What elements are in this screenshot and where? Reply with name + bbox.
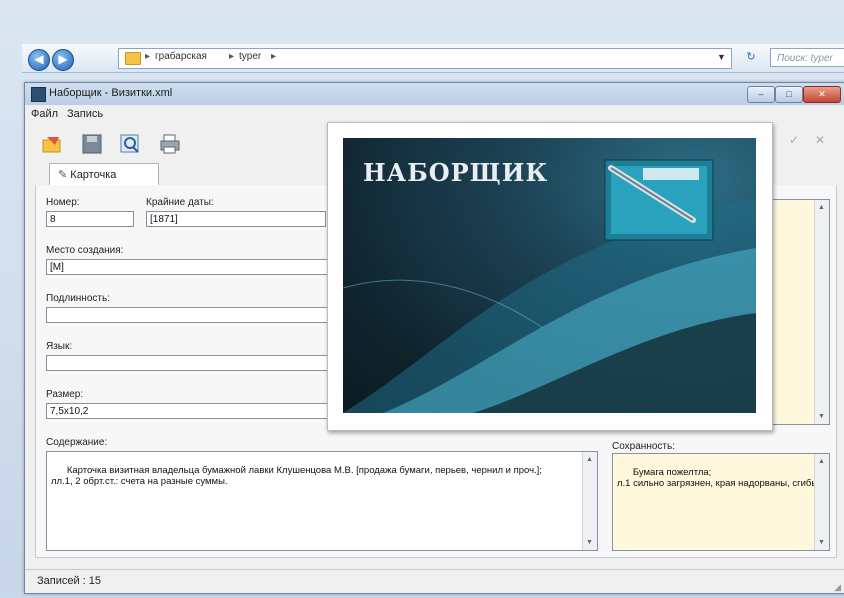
address-dropdown-icon[interactable]: ▼	[717, 52, 726, 62]
safety-label: Сохранность:	[612, 441, 675, 452]
language-label: Язык:	[46, 341, 73, 352]
search-input[interactable]: Поиск: typer	[770, 48, 844, 67]
number-field[interactable]: 8	[46, 211, 134, 227]
open-folder-icon[interactable]	[41, 133, 63, 155]
safety-text: Бумага пожелтла; л.1 сильно загрязнен, к…	[617, 467, 819, 489]
record-count: Записей : 15	[37, 575, 102, 587]
size-label: Размер:	[46, 389, 84, 400]
splash-screen: НАБОРЩИК	[327, 122, 773, 431]
print-icon[interactable]	[159, 133, 181, 155]
chevron-right-icon: ▸	[271, 51, 277, 62]
preview-icon[interactable]	[119, 133, 141, 155]
minimize-button[interactable]: –	[747, 86, 775, 103]
notes-scrollbar[interactable]: ▲ ▼	[814, 200, 829, 424]
content-text: Карточка визитная владельца бумажной лав…	[51, 465, 542, 487]
pencil-icon: ✎	[58, 169, 68, 181]
close-button[interactable]: ✕	[803, 86, 841, 103]
size-field[interactable]: 7,5х10,2	[46, 403, 328, 419]
content-scrollbar[interactable]: ▲ ▼	[582, 452, 597, 550]
language-field[interactable]	[46, 355, 328, 371]
chevron-right-icon: ▸	[145, 51, 151, 62]
authenticity-label: Подлинность:	[46, 293, 110, 304]
save-disk-icon[interactable]	[81, 133, 103, 155]
dates-field[interactable]: [1871]	[146, 211, 326, 227]
splash-title: НАБОРЩИК	[363, 158, 549, 187]
chevron-right-icon: ▸	[229, 51, 235, 62]
window-title: Наборщик - Визитки.xml	[49, 87, 173, 99]
app-icon	[31, 87, 46, 102]
forward-arrow-icon[interactable]: ▶	[52, 49, 74, 71]
status-bar: Записей : 15 ◢	[25, 569, 844, 592]
maximize-button[interactable]: □	[775, 86, 803, 103]
folder-icon	[125, 52, 141, 65]
number-label: Номер:	[46, 197, 80, 208]
breadcrumb-grabarskaya[interactable]: грабарская	[155, 51, 207, 62]
explorer-address-bar: ◀ ▶ ▸ грабарская ▸ typer ▸ ▼ ↻ Поиск: ty…	[22, 44, 844, 73]
menu-bar: Файл Запись	[25, 105, 844, 123]
safety-scrollbar[interactable]: ▲ ▼	[814, 454, 829, 550]
place-label: Место создания:	[46, 245, 124, 256]
breadcrumb-typer[interactable]: typer	[239, 51, 261, 62]
content-label: Содержание:	[46, 437, 108, 448]
resize-grip-icon[interactable]: ◢	[834, 576, 841, 598]
tab-label: Карточка	[70, 169, 117, 181]
refresh-icon[interactable]: ↻	[742, 49, 760, 66]
confirm-check-icon[interactable]: ✓	[789, 133, 811, 155]
cancel-x-icon[interactable]: ✕	[815, 133, 837, 155]
safety-textarea[interactable]: Бумага пожелтла; л.1 сильно загрязнен, к…	[612, 453, 830, 551]
back-arrow-icon[interactable]: ◀	[28, 49, 50, 71]
dates-label: Крайние даты:	[146, 197, 214, 208]
authenticity-field[interactable]	[46, 307, 328, 323]
place-field[interactable]: [М]	[46, 259, 328, 275]
tab-kartochka[interactable]: ✎ Карточка	[49, 163, 159, 185]
splash-image: НАБОРЩИК	[343, 138, 756, 413]
address-field[interactable]: ▸ грабарская ▸ typer ▸ ▼	[118, 48, 732, 69]
title-bar: Наборщик - Визитки.xml – □ ✕	[25, 83, 844, 105]
menu-file[interactable]: Файл	[31, 108, 58, 120]
content-textarea[interactable]: Карточка визитная владельца бумажной лав…	[46, 451, 598, 551]
menu-record[interactable]: Запись	[67, 108, 103, 120]
